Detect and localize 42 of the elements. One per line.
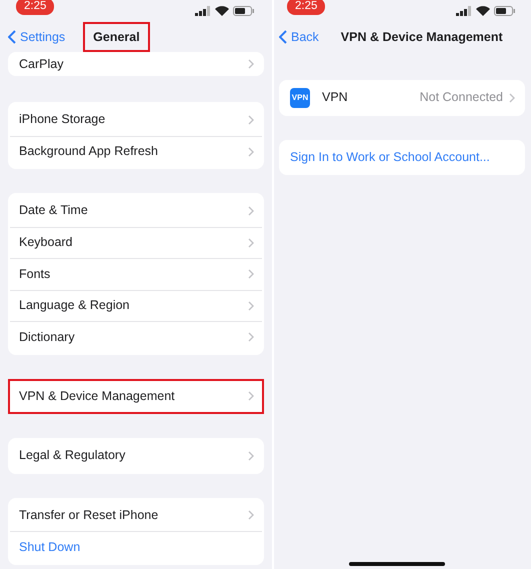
- chevron-icon: [248, 238, 254, 248]
- status-time: 2:25: [287, 0, 326, 15]
- settings-row[interactable]: Date & Time: [10, 195, 262, 226]
- status-time: 2:25: [16, 0, 54, 15]
- screen-title: General: [83, 22, 150, 52]
- signal-icon: [456, 6, 472, 16]
- chevron-icon: [248, 510, 254, 520]
- settings-row[interactable]: Background App Refresh: [10, 136, 262, 167]
- settings-row[interactable]: Language & Region: [10, 290, 262, 321]
- settings-row[interactable]: Transfer or Reset iPhone: [10, 500, 262, 531]
- settings-row[interactable]: VPN & Device Management: [10, 380, 262, 412]
- settings-row[interactable]: Legal & Regulatory: [10, 440, 262, 472]
- settings-row[interactable]: iPhone Storage: [10, 104, 262, 136]
- settings-row[interactable]: VPN VPN Not Connected: [281, 82, 523, 114]
- settings-row[interactable]: Keyboard: [10, 226, 262, 258]
- signal-icon: [195, 6, 211, 16]
- back-chevron-icon: [279, 30, 287, 44]
- wifi-icon: [476, 6, 490, 16]
- chevron-icon: [248, 391, 254, 402]
- chevron-icon: [248, 332, 254, 342]
- row-value: Not Connected: [420, 89, 503, 106]
- back-button[interactable]: Back: [279, 28, 319, 46]
- back-button[interactable]: Settings: [8, 28, 66, 46]
- action-link[interactable]: Shut Down: [10, 531, 262, 562]
- chevron-icon: [248, 450, 254, 461]
- vpn-icon: VPN: [290, 88, 310, 108]
- chevron-icon: [248, 59, 254, 69]
- wifi-icon: [215, 6, 229, 16]
- chevron-icon: [509, 92, 515, 103]
- chevron-icon: [248, 300, 254, 311]
- screen-title: VPN & Device Management: [340, 28, 504, 46]
- settings-row[interactable]: Fonts: [10, 258, 262, 290]
- chevron-icon: [248, 269, 254, 280]
- battery-icon: [233, 6, 254, 16]
- chevron-icon: [248, 206, 254, 216]
- action-link[interactable]: Sign In to Work or School Account...: [281, 142, 523, 173]
- chevron-icon: [248, 146, 254, 157]
- settings-row[interactable]: Dictionary: [10, 321, 262, 352]
- chevron-icon: [248, 114, 254, 125]
- back-chevron-icon: [8, 30, 16, 44]
- battery-icon: [494, 6, 515, 16]
- settings-row[interactable]: CarPlay: [10, 54, 262, 74]
